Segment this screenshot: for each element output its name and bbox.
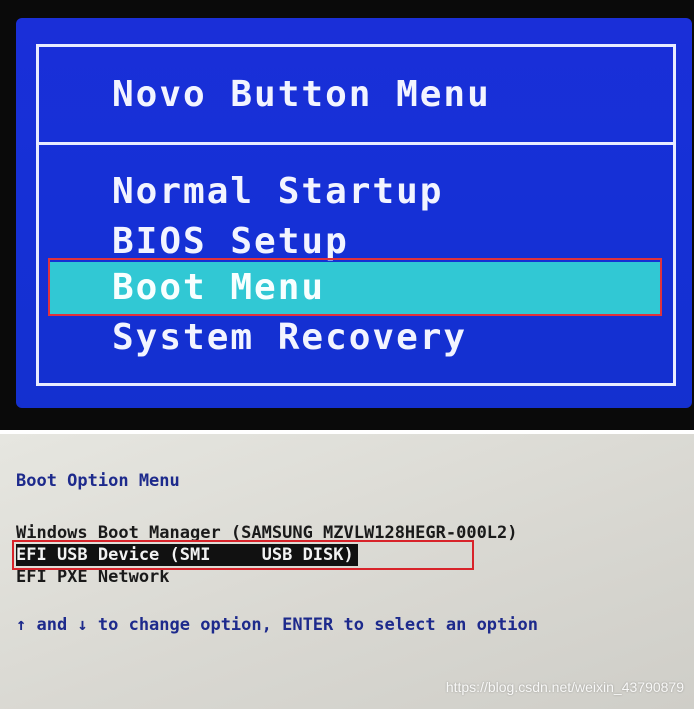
boot-option-hint: ↑ and ↓ to change option, ENTER to selec… — [16, 615, 538, 635]
novo-menu-divider — [36, 142, 676, 145]
annotation-box-boot-menu — [48, 258, 662, 316]
novo-item-system-recovery[interactable]: System Recovery — [112, 316, 467, 360]
annotation-box-efi-usb-device — [12, 540, 474, 570]
boot-option-menu-photo: Boot Option Menu Windows Boot Manager (S… — [0, 434, 694, 709]
novo-menu-photo: Novo Button Menu Normal Startup BIOS Set… — [0, 0, 694, 430]
novo-menu-title: Novo Button Menu — [112, 74, 491, 115]
watermark: https://blog.csdn.net/weixin_43790879 — [445, 679, 684, 695]
boot-option-menu-title: Boot Option Menu — [16, 471, 180, 491]
novo-item-normal-startup[interactable]: Normal Startup — [112, 170, 443, 214]
